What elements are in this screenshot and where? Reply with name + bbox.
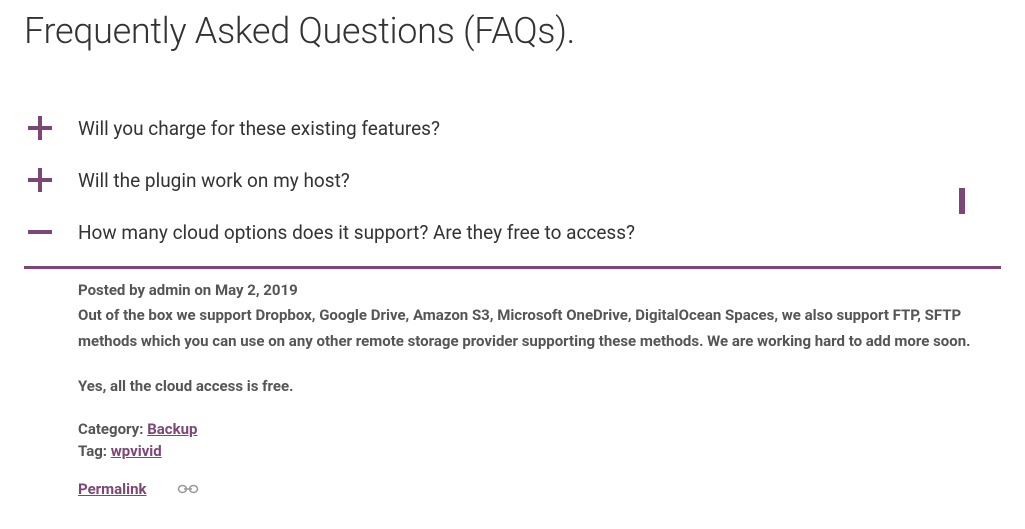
plus-icon [24, 164, 56, 196]
faq-item: Will the plugin work on my host? [24, 154, 1001, 206]
faq-item-expanded: How many cloud options does it support? … [24, 206, 1001, 499]
permalink-link[interactable]: Permalink [78, 480, 147, 498]
author: admin [149, 281, 191, 299]
category-line: Category: Backup [78, 420, 991, 438]
posted-line: Posted by admin on May 2, 2019 [78, 281, 991, 299]
faq-answer-body: Posted by admin on May 2, 2019 Out of th… [24, 281, 1001, 499]
faq-divider [24, 266, 1001, 269]
faq-toggle[interactable]: How many cloud options does it support? … [24, 206, 1001, 258]
minus-icon [24, 216, 56, 248]
page-title: Frequently Asked Questions (FAQs). [24, 10, 1001, 52]
answer-paragraph: Out of the box we support Dropbox, Googl… [78, 303, 991, 354]
faq-question: Will you charge for these existing featu… [78, 117, 440, 140]
tag-line: Tag: wpvivid [78, 442, 991, 460]
faq-toggle[interactable]: Will you charge for these existing featu… [24, 102, 1001, 154]
scroll-indicator [959, 188, 965, 214]
faq-toggle[interactable]: Will the plugin work on my host? [24, 154, 1001, 206]
faq-question: How many cloud options does it support? … [78, 221, 635, 244]
faq-item: Will you charge for these existing featu… [24, 102, 1001, 154]
faq-question: Will the plugin work on my host? [78, 169, 350, 192]
plus-icon [24, 112, 56, 144]
posted-date: May 2, 2019 [215, 281, 298, 299]
on-label: on [194, 281, 211, 299]
answer-paragraph: Yes, all the cloud access is free. [78, 374, 991, 400]
tag-link[interactable]: wpvivid [111, 442, 162, 460]
category-link[interactable]: Backup [147, 420, 197, 438]
permalink-row: Permalink [78, 480, 991, 499]
link-icon [177, 480, 199, 499]
tag-label: Tag: [78, 442, 107, 460]
category-label: Category: [78, 420, 143, 438]
posted-by-label: Posted by [78, 281, 145, 299]
